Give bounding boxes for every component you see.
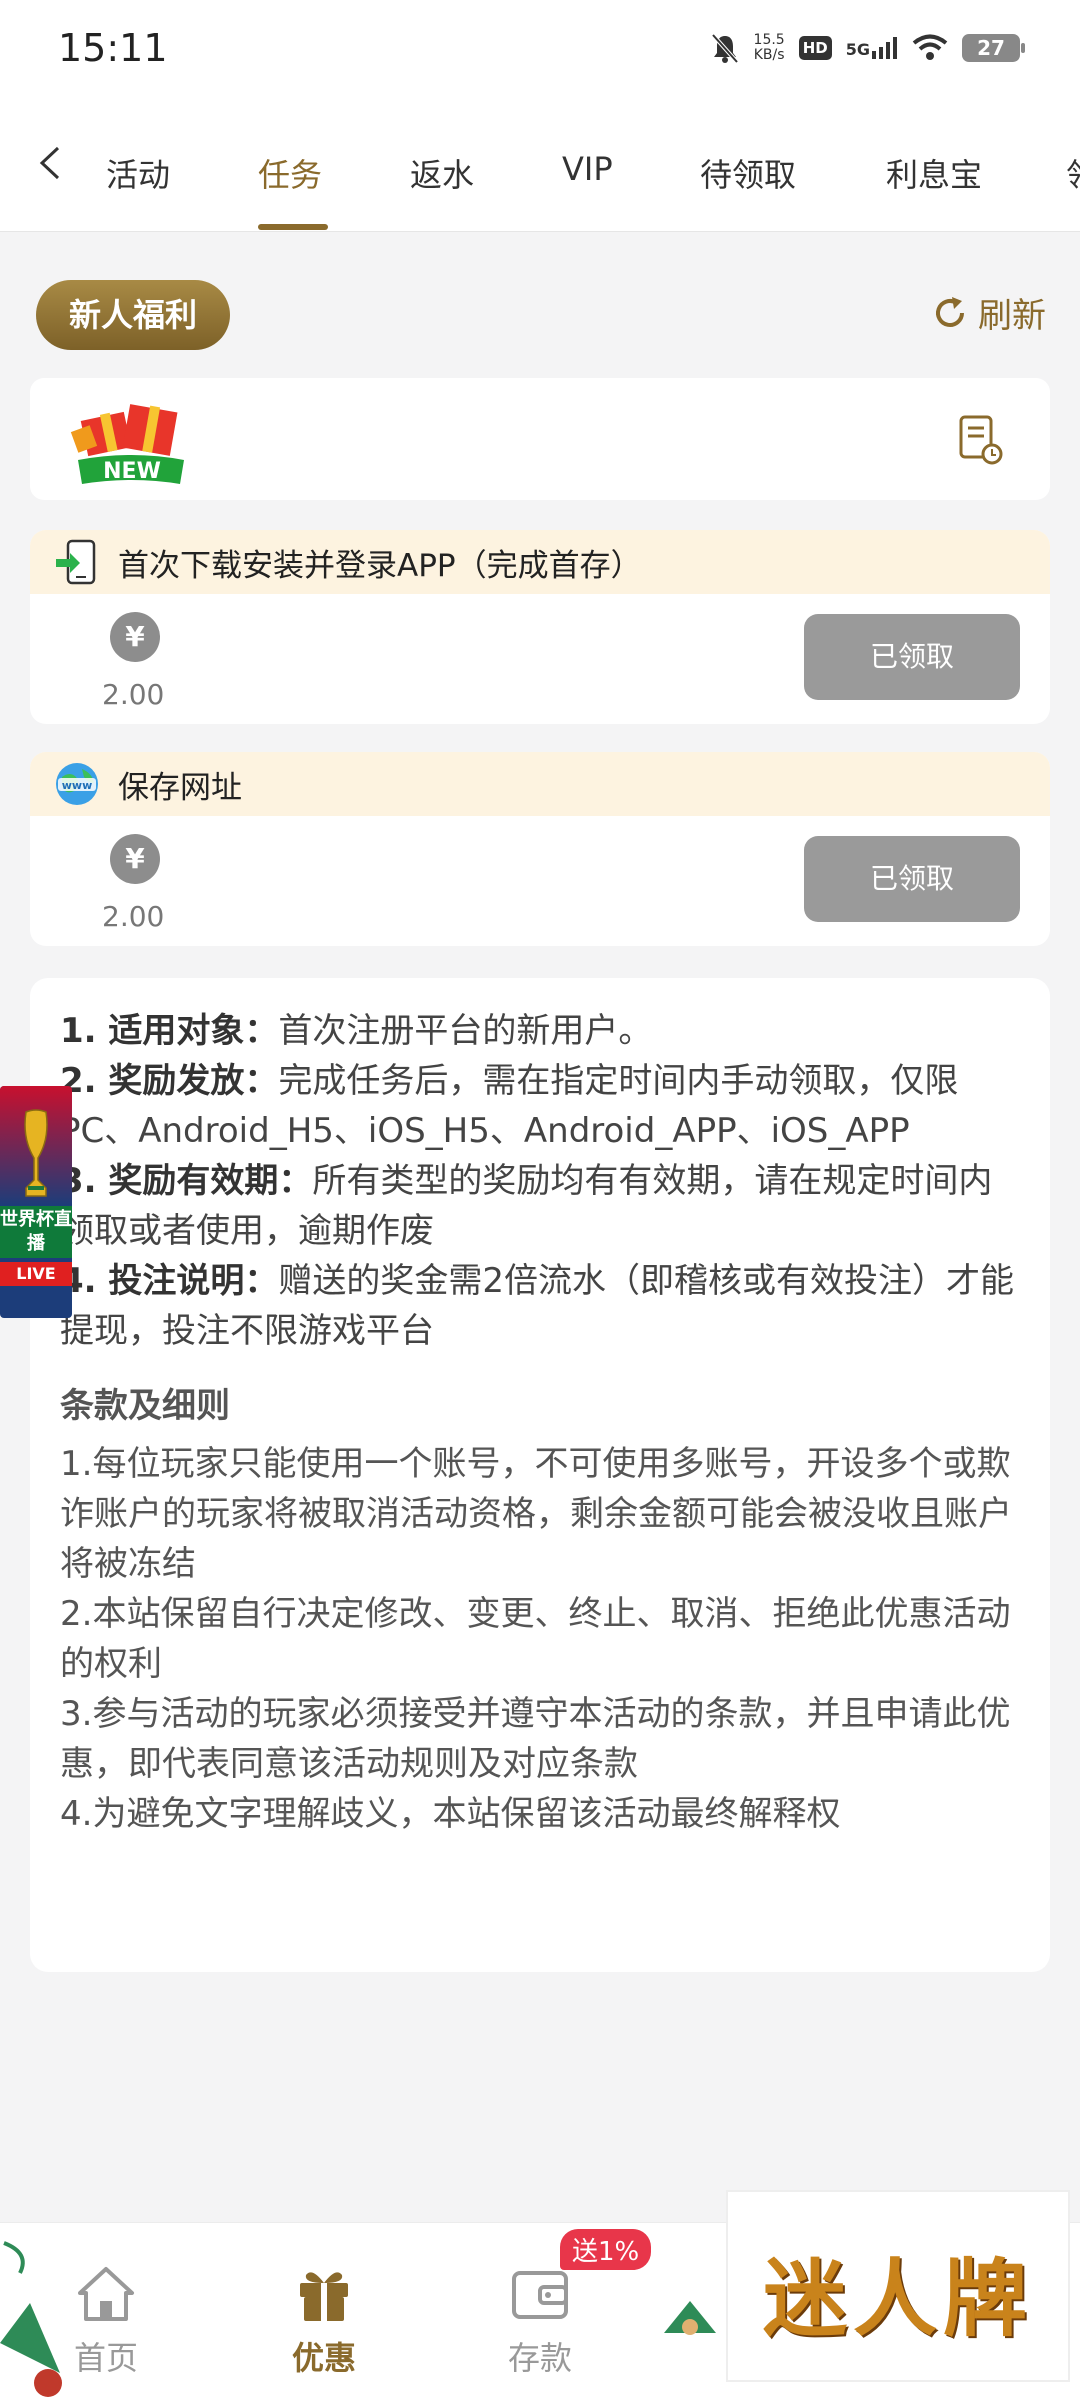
rule-item: 4. 投注说明：赠送的奖金需2倍流水（即稽核或有效投注）才能提现，投注不限游戏平… [60, 1256, 1020, 1356]
active-tab-indicator [258, 224, 328, 230]
status-time: 15:11 [58, 26, 168, 70]
signal-icon: 5G [846, 37, 898, 59]
task-card: 首次下载安装并登录APP（完成首存） ¥ 2.00 已领取 [30, 530, 1050, 724]
yuan-coin-icon: ¥ [110, 612, 160, 662]
term-item: 4.为避免文字理解歧义，本站保留该活动最终解释权 [60, 1794, 841, 1834]
tab-tasks[interactable]: 任务 [258, 150, 322, 196]
status-icons: 15.5 KB/s HD 5G 27 [710, 26, 1025, 70]
refresh-label: 刷新 [978, 296, 1046, 336]
task-header: 首次下载安装并登录APP（完成首存） [30, 530, 1050, 594]
network-type: 5G [845, 40, 870, 59]
wifi-icon [912, 34, 948, 60]
refresh-icon [936, 296, 964, 327]
claimed-button[interactable]: 已领取 [804, 614, 1020, 700]
tab-vip[interactable]: VIP [562, 150, 613, 188]
terms-title: 条款及细则 [60, 1386, 230, 1426]
rule-text: 首次注册平台的新用户。 [278, 1011, 653, 1051]
new-badge-text: NEW [103, 459, 161, 484]
new-gift-icon: NEW [70, 404, 184, 484]
rule-item: 1. 适用对象：首次注册平台的新用户。 [60, 1006, 1020, 1056]
newbie-banner: NEW [30, 378, 1050, 500]
world-cup-title: 世界杯直播 [0, 1206, 72, 1258]
rule-label: 2. 奖励发放： [60, 1061, 279, 1101]
nav-promotions[interactable]: 优惠 [254, 2263, 394, 2379]
back-arrow-icon[interactable] [34, 146, 68, 180]
term-item: 1.每位玩家只能使用一个账号，不可使用多账号，开设多个或欺诈账户的玩家将被取消活… [60, 1444, 1012, 1584]
reward-amount: 2.00 [102, 678, 165, 711]
speed-unit: KB/s [753, 47, 785, 63]
world-cup-banner [0, 1086, 72, 1206]
yuan-coin-icon: ¥ [110, 834, 160, 884]
world-cup-live-badge[interactable]: 世界杯直播 LIVE [0, 1086, 72, 1318]
wallet-icon [512, 2271, 568, 2319]
claimed-button[interactable]: 已领取 [804, 836, 1020, 922]
rule-label: 1. 适用对象： [60, 1011, 279, 1051]
trophy-icon [24, 1109, 48, 1197]
zongzi-decoration-icon [664, 2301, 716, 2335]
status-bar: 15:11 15.5 KB/s HD 5G 27 [0, 0, 1080, 100]
battery-icon: 27 [962, 34, 1025, 62]
task-title: 保存网址 [118, 769, 242, 806]
task-card: www 保存网址 ¥ 2.00 已领取 [30, 752, 1050, 946]
newbie-benefit-pill[interactable]: 新人福利 [36, 280, 230, 350]
nav-deposit-label: 存款 [507, 2339, 572, 2377]
bell-muted-icon [711, 33, 739, 64]
rules-card: 1. 适用对象：首次注册平台的新用户。 2. 奖励发放：完成任务后，需在指定时间… [30, 978, 1050, 1972]
task-title: 首次下载安装并登录APP（完成首存） [118, 547, 642, 584]
nav-promotions-label: 优惠 [291, 2339, 356, 2377]
network-speed: 15.5 KB/s [754, 33, 785, 63]
task-header: www 保存网址 [30, 752, 1050, 816]
tab-more[interactable]: 领 [1066, 150, 1080, 196]
hd-icon: HD [798, 36, 832, 60]
deposit-promo-badge: 送1% [560, 2229, 652, 2270]
refresh-button[interactable]: 刷新 [930, 288, 1046, 337]
nav-home[interactable]: 首页 [36, 2263, 176, 2379]
tab-rebate[interactable]: 返水 [410, 150, 474, 196]
tab-pending[interactable]: 待领取 [700, 150, 796, 196]
rule-label: 3. 奖励有效期： [60, 1161, 313, 1201]
live-label: LIVE [0, 1262, 72, 1286]
nav-home-label: 首页 [73, 2339, 138, 2377]
term-item: 2.本站保留自行决定修改、变更、终止、取消、拒绝此优惠活动的权利 [60, 1594, 1011, 1684]
rule-item: 2. 奖励发放：完成任务后，需在指定时间内手动领取，仅限PC、Android_H… [60, 1056, 1020, 1156]
download-phone-icon [56, 539, 96, 585]
top-tab-bar: 活动 任务 返水 VIP 待领取 利息宝 领 [0, 100, 1080, 232]
term-item: 3.参与活动的玩家必须接受并遵守本活动的条款，并且申请此优惠，即代表同意该活动规… [60, 1694, 1011, 1784]
globe-www-icon: www [56, 763, 98, 805]
brand-logo: 迷人牌 [726, 2190, 1070, 2382]
reward-amount: 2.00 [102, 900, 165, 933]
signal-bars-icon [872, 37, 897, 59]
tab-activity[interactable]: 活动 [106, 150, 170, 196]
speed-value: 15.5 [753, 32, 785, 48]
rule-item: 3. 奖励有效期：所有类型的奖励均有有效期，请在规定时间内领取或者使用，逾期作废 [60, 1156, 1020, 1256]
brand-logo-text: 迷人牌 [762, 2249, 1033, 2348]
gift-icon [300, 2272, 348, 2321]
tab-interest[interactable]: 利息宝 [886, 150, 982, 196]
home-icon [78, 2267, 134, 2321]
svg-text:www: www [62, 779, 93, 792]
rule-label: 4. 投注说明： [60, 1261, 279, 1301]
nav-deposit[interactable]: 存款 [470, 2263, 610, 2379]
rules-document-icon[interactable] [958, 414, 1004, 466]
